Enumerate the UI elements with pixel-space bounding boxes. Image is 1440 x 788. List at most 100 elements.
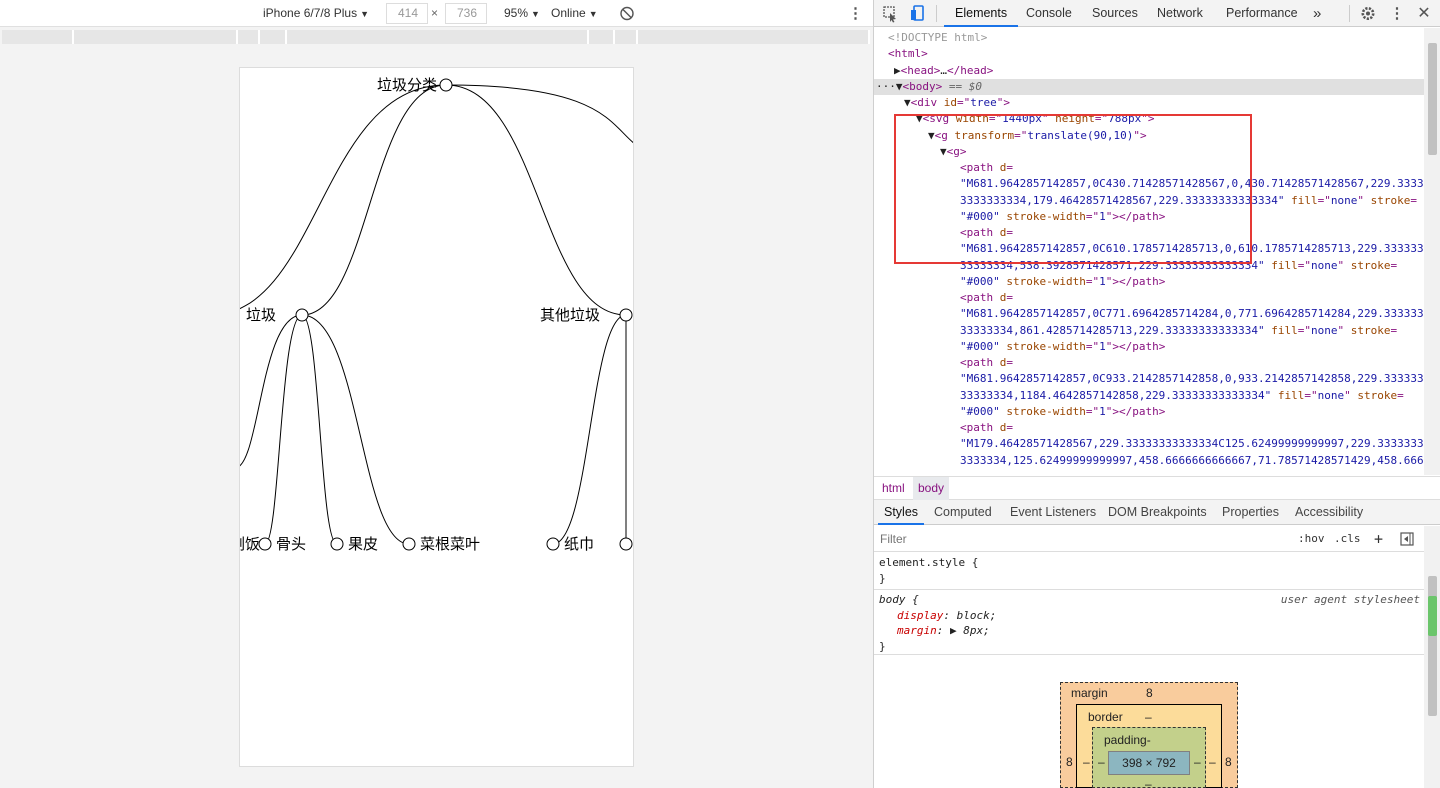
tree-label-leaf: 剩饭 (240, 535, 260, 553)
rule-close-brace: } (879, 639, 886, 653)
padding-left-value: – (1098, 755, 1105, 769)
chevron-down-icon: ▼ (360, 9, 369, 19)
dom-tree-line[interactable]: "M179.46428571428567,229.33333333333334C… (960, 436, 1424, 453)
close-icon[interactable]: ✕ (1414, 0, 1434, 27)
scrollbar-marker (1428, 596, 1437, 636)
body-selector: body { (879, 593, 919, 606)
tab-event-listeners[interactable]: Event Listeners (1010, 500, 1096, 525)
styles-scrollbar[interactable] (1424, 526, 1440, 788)
styles-subtabs: Styles Computed Event Listeners DOM Brea… (874, 500, 1440, 525)
tree-link (301, 314, 338, 545)
dom-tree-line[interactable]: "M681.9642857142857,0C771.6964285714284,… (960, 306, 1424, 323)
inspect-icon[interactable] (880, 0, 900, 27)
more-vertical-icon[interactable]: ⋮ (848, 0, 863, 27)
tree-node[interactable] (330, 537, 344, 551)
tree-chart: 垃圾分类 垃圾 其他垃圾 剩饭 骨头 果皮 菜根菜叶 纸巾 (240, 76, 633, 553)
body-user-agent-rule[interactable]: body {user agent stylesheet display: blo… (874, 591, 1424, 655)
dom-tree-line[interactable]: ···▼<body> == $0 (874, 78, 1424, 96)
dom-tree-line[interactable]: "#000" stroke-width="1"></path> (960, 339, 1424, 356)
tab-styles[interactable]: Styles (878, 500, 925, 525)
device-select[interactable]: iPhone 6/7/8 Plus ▼ (263, 0, 369, 27)
margin-top-value: 8 (1146, 686, 1153, 700)
tree-link (301, 314, 410, 545)
dom-tree-line[interactable]: ▶<head>…</head> (894, 63, 1424, 80)
breadcrumb: html body (874, 476, 1440, 500)
media-ruler-segment[interactable] (238, 30, 260, 44)
width-input[interactable]: 414 (386, 3, 428, 24)
tab-performance[interactable]: Performance (1226, 0, 1298, 27)
toggle-sidebar-icon[interactable] (1400, 526, 1414, 552)
media-ruler-segment[interactable] (2, 30, 74, 44)
tree-node[interactable] (258, 537, 272, 551)
media-ruler-segment[interactable] (260, 30, 287, 44)
height-input[interactable]: 736 (445, 3, 487, 24)
media-ruler-segment[interactable] (589, 30, 615, 44)
tree-node[interactable] (546, 537, 560, 551)
dom-tree-line[interactable]: ▼<div id="tree"> (904, 95, 1424, 112)
tab-accessibility[interactable]: Accessibility (1295, 500, 1363, 525)
breadcrumb-body[interactable]: body (913, 477, 950, 500)
tree-node[interactable] (439, 78, 453, 92)
box-model-content[interactable]: 398 × 792 (1108, 751, 1190, 775)
tree-node[interactable] (402, 537, 416, 551)
cls-toggle[interactable]: .cls (1334, 526, 1361, 552)
devtools-tabbar: Elements Console Sources Network Perform… (874, 0, 1440, 27)
tree-label-leaf: 骨头 (276, 535, 306, 553)
tab-sources[interactable]: Sources (1092, 0, 1138, 27)
tab-computed[interactable]: Computed (934, 500, 992, 525)
dom-tree-line[interactable]: "#000" stroke-width="1"></path> (960, 404, 1424, 421)
dom-tree-line[interactable]: <html> (888, 46, 1424, 63)
times-sign: × (431, 6, 439, 20)
tree-label-root: 垃圾分类 (377, 76, 437, 94)
css-prop-name: margin (897, 624, 937, 637)
zoom-select[interactable]: 95% ▼ (504, 0, 540, 27)
tree-label-level1: 垃圾 (246, 306, 276, 324)
more-tabs-button[interactable]: » (1313, 0, 1321, 27)
tab-dom-breakpoints[interactable]: DOM Breakpoints (1108, 500, 1207, 525)
styles-filter-input[interactable] (880, 530, 1288, 548)
tab-elements[interactable]: Elements (944, 0, 1019, 27)
settings-icon[interactable] (1358, 0, 1378, 27)
tab-console[interactable]: Console (1026, 0, 1072, 27)
css-prop-value: ▶ 8px; (950, 624, 990, 637)
tree-label-leaf: 纸巾 (564, 535, 594, 553)
emulated-device-screen: 垃圾分类 垃圾 其他垃圾 剩饭 骨头 果皮 菜根菜叶 纸巾 (239, 67, 634, 767)
border-label: border (1088, 710, 1123, 724)
tree-node[interactable] (295, 308, 309, 322)
add-rule-button[interactable]: + (1374, 526, 1383, 552)
media-query-ruler[interactable] (0, 30, 873, 44)
more-vertical-icon[interactable]: ⋮ (1387, 0, 1407, 27)
media-ruler-segment[interactable] (287, 30, 589, 44)
throttle-select[interactable]: Online ▼ (551, 0, 598, 27)
rotate-icon[interactable] (619, 0, 635, 27)
hov-toggle[interactable]: :hov (1298, 526, 1325, 552)
tree-link (240, 84, 447, 309)
dom-tree-line[interactable]: <path d= (960, 355, 1424, 372)
tree-node[interactable] (619, 308, 633, 322)
scrollbar-thumb[interactable] (1428, 43, 1437, 155)
dom-tree-line[interactable]: "M681.9642857142857,0C933.2142857142858,… (960, 371, 1424, 388)
tab-properties[interactable]: Properties (1222, 500, 1279, 525)
css-prop-name: display (897, 608, 944, 622)
margin-right-value: 8 (1225, 755, 1232, 769)
tab-network[interactable]: Network (1157, 0, 1203, 27)
dom-tree-scrollbar[interactable] (1424, 28, 1440, 475)
dom-tree-line[interactable]: 3333334,125.62499999999997,458.666666666… (960, 453, 1424, 470)
dom-tree-line[interactable]: <path d= (960, 420, 1424, 437)
tree-node[interactable] (619, 537, 633, 551)
chevron-down-icon: ▼ (588, 9, 598, 19)
device-toggle-icon[interactable] (907, 0, 927, 27)
user-agent-source: user agent stylesheet (1280, 593, 1420, 606)
dom-tree-line[interactable]: 33333334,1184.4642857142858,229.33333333… (960, 388, 1424, 405)
media-ruler-segment[interactable] (615, 30, 638, 44)
dom-tree-line[interactable]: 33333334,861.4285714285713,229.333333333… (960, 323, 1424, 340)
tree-label-level1: 其他垃圾 (540, 306, 600, 324)
dom-tree-line[interactable]: <!DOCTYPE html> (888, 30, 1424, 47)
media-ruler-segment[interactable] (638, 30, 870, 44)
dom-tree-line[interactable]: <path d= (960, 290, 1424, 307)
margin-left-value: 8 (1066, 755, 1073, 769)
media-ruler-segment[interactable] (74, 30, 238, 44)
dom-tree-line[interactable]: "#000" stroke-width="1"></path> (960, 274, 1424, 291)
element-style-rule[interactable]: element.style { } (874, 553, 1424, 590)
breadcrumb-html[interactable]: html (877, 477, 910, 500)
